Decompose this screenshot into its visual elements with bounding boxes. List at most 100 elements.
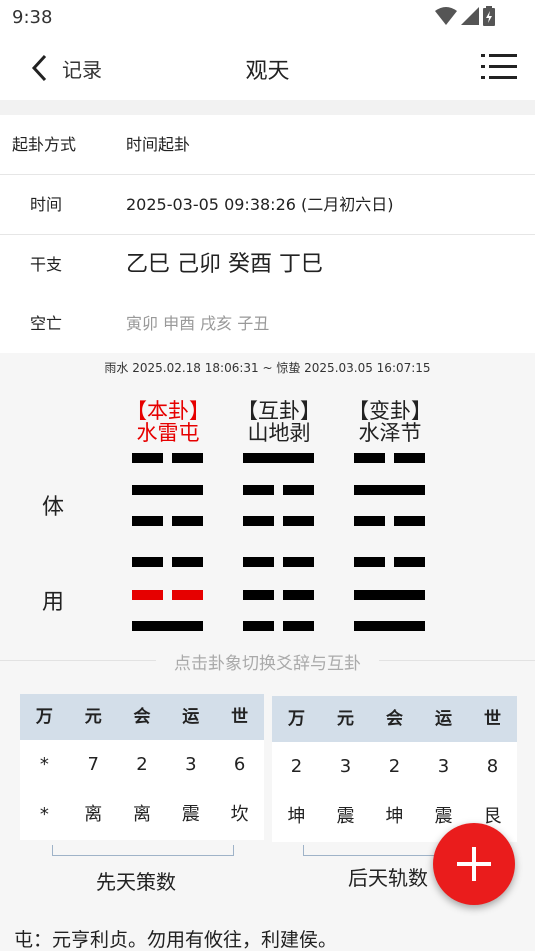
- houtian-table: 万 元 会 运 世 2 3 2 3 8 坤 震 坤 震 艮: [272, 696, 517, 842]
- table-cell: 震: [336, 806, 355, 827]
- line-segment: [394, 453, 425, 463]
- hexagram-hu-line-5: [243, 590, 314, 600]
- ganzhi-value: 乙巳 己卯 癸酉 丁巳: [126, 252, 323, 277]
- info-row-ganzhi: 干支 乙巳 己卯 癸酉 丁巳: [0, 235, 535, 295]
- table-header: 世: [484, 709, 501, 729]
- houtian-number-row: 2 3 2 3 8: [272, 742, 517, 792]
- battery-icon: [483, 6, 495, 26]
- xiantian-label: 先天策数: [96, 870, 176, 894]
- table-cell: 坎: [230, 804, 249, 825]
- line-segment: [354, 590, 425, 600]
- wifi-icon: [435, 7, 457, 25]
- hexagram-bian-line-5: [354, 590, 425, 600]
- table-cell: 2: [136, 754, 148, 775]
- hexagram-judgement: 屯：元亨利贞。勿用有攸往，利建侯。: [14, 929, 338, 951]
- hexagram-hu-line-3: [243, 516, 314, 526]
- hexagram-ben-line-3: [132, 516, 203, 526]
- xiantian-table: 万 元 会 运 世 * 7 2 3 6 * 离 离 震 坎: [20, 694, 264, 840]
- line-segment: [243, 621, 274, 631]
- houtian-header-row: 万 元 会 运 世: [272, 696, 517, 742]
- section-separator: [0, 100, 535, 115]
- hexagram-bian-tag: 【变卦】: [348, 399, 432, 423]
- table-header: 万: [288, 709, 305, 729]
- hexagram-ben-line-2: [132, 485, 203, 495]
- line-segment: [132, 621, 203, 631]
- hexagram-hu-title[interactable]: 【互卦】 山地剥: [224, 400, 334, 444]
- line-segment: [172, 516, 203, 526]
- line-segment: [283, 557, 314, 567]
- hexagram-bian-line-6: [354, 621, 425, 631]
- line-segment: [354, 557, 385, 567]
- hexagram-bian-line-4: [354, 557, 425, 567]
- hexagram-hu-line-4: [243, 557, 314, 567]
- table-cell: 离: [84, 804, 103, 825]
- kongwang-value: 寅卯 申酉 戌亥 子丑: [126, 314, 270, 333]
- hexagram-hu-name: 山地剥: [247, 421, 311, 445]
- hexagram-hu-tag: 【互卦】: [237, 399, 321, 423]
- add-button[interactable]: [433, 823, 515, 905]
- table-header: 万: [35, 707, 53, 727]
- table-cell: 2: [388, 756, 401, 777]
- line-segment: [243, 516, 274, 526]
- info-row-kongwang: 空亡 寅卯 申酉 戌亥 子丑: [0, 294, 535, 354]
- table-cell: 离: [132, 804, 151, 825]
- table-header: 运: [435, 709, 452, 729]
- table-cell: 3: [339, 756, 352, 777]
- app-bar: 记录 观天: [0, 36, 535, 100]
- time-value: 2025-03-05 09:38:26 (二月初六日): [126, 195, 394, 214]
- xiantian-brace: [52, 845, 234, 856]
- line-segment: [394, 516, 425, 526]
- line-segment: [132, 516, 163, 526]
- line-segment: [243, 590, 274, 600]
- hexagram-hu-line-2: [243, 485, 314, 495]
- info-row-method: 起卦方式 时间起卦: [0, 115, 535, 175]
- method-value: 时间起卦: [126, 135, 191, 154]
- table-cell: 坤: [385, 806, 404, 827]
- table-header: 运: [182, 707, 200, 727]
- hexagram-ben-title[interactable]: 【本卦】 水雷屯: [113, 400, 223, 444]
- hexagram-ben-tag: 【本卦】: [126, 399, 210, 423]
- line-segment: [172, 453, 203, 463]
- hexagram-ben-line-6: [132, 621, 203, 631]
- xiantian-number-row: * 7 2 3 6: [20, 740, 264, 790]
- hint-label: 点击卦象切换爻辞与互卦: [156, 654, 379, 674]
- line-segment: [283, 621, 314, 631]
- status-icons: [435, 6, 495, 26]
- line-segment: [283, 516, 314, 526]
- hexagram-hu-line-1: [243, 453, 314, 463]
- line-segment: [354, 485, 425, 495]
- houtian-label: 后天轨数: [348, 866, 428, 890]
- status-bar: 9:38: [0, 0, 535, 36]
- signal-icon: [461, 7, 479, 25]
- table-cell: 8: [486, 756, 499, 777]
- hexagram-bian-line-2: [354, 485, 425, 495]
- method-label: 起卦方式: [12, 135, 77, 154]
- table-cell: 7: [87, 754, 99, 775]
- line-segment: [172, 590, 203, 600]
- ganzhi-label: 干支: [30, 255, 63, 274]
- line-segment: [283, 590, 314, 600]
- line-segment: [132, 557, 163, 567]
- yong-label: 用: [42, 590, 65, 615]
- table-cell: 坤: [287, 806, 306, 827]
- kongwang-label: 空亡: [30, 314, 63, 333]
- hexagram-bian-line-1: [354, 453, 425, 463]
- table-cell: *: [39, 804, 49, 825]
- hexagram-bian-title[interactable]: 【变卦】 水泽节: [335, 400, 445, 444]
- line-segment: [172, 557, 203, 567]
- line-segment: [132, 485, 203, 495]
- hexagram-ben-line-5: [132, 590, 203, 600]
- table-cell: 震: [181, 804, 200, 825]
- table-header: 世: [231, 707, 249, 727]
- plus-icon-vertical: [472, 847, 476, 881]
- status-time: 9:38: [12, 7, 53, 28]
- line-segment: [283, 485, 314, 495]
- page-title: 观天: [245, 59, 290, 84]
- hint-text: 点击卦象切换爻辞与互卦: [0, 649, 535, 674]
- menu-list-icon[interactable]: [481, 52, 517, 82]
- table-cell: 2: [290, 756, 303, 777]
- ti-label: 体: [42, 495, 65, 520]
- time-label: 时间: [30, 195, 63, 214]
- hexagram-hu-line-6: [243, 621, 314, 631]
- line-segment: [354, 621, 425, 631]
